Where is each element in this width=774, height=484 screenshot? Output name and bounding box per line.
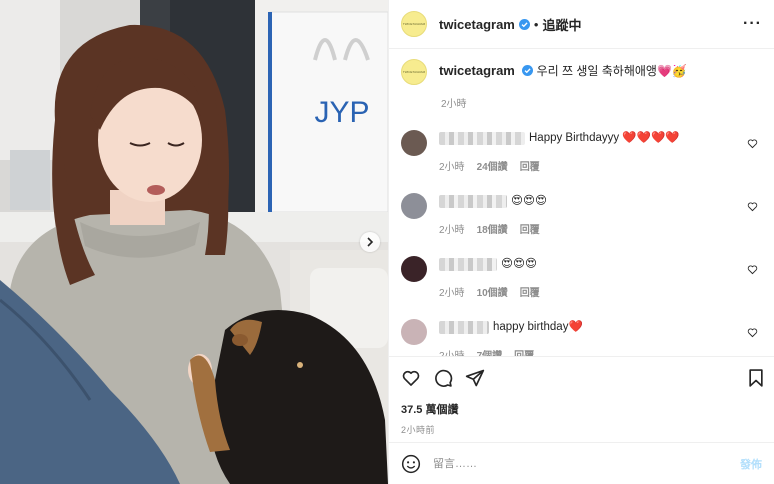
author-username[interactable]: twicetagram <box>439 17 515 32</box>
caption: TWICETAGRAM twicetagram 우리 쯔 생일 축하해애앵💗🥳 <box>401 59 762 85</box>
comment-text: 😍😍😍 <box>501 258 537 270</box>
comment-text: 😍😍😍 <box>511 195 547 207</box>
comment-heart-icon[interactable] <box>747 138 758 149</box>
heart-icon[interactable] <box>401 368 421 388</box>
share-icon[interactable] <box>465 368 485 388</box>
reply-button[interactable]: 回覆 <box>520 158 540 173</box>
caption-body: 우리 쯔 생일 축하해애앵💗🥳 <box>536 64 687 78</box>
commenter-avatar[interactable] <box>401 319 427 345</box>
post-side-panel: TWICETAGRAM twicetagram • 追蹤中 ··· TWICET… <box>388 0 774 484</box>
comment-item: Happy Birthdayyy ❤️❤️❤️❤️ 2小時 24個讚 回覆 <box>401 130 762 173</box>
commenter-username-redacted[interactable] <box>439 131 525 145</box>
verified-icon <box>518 18 530 30</box>
comment-likes[interactable]: 10個讚 <box>477 284 508 299</box>
add-comment-bar: 發佈 <box>389 442 774 484</box>
comment-icon[interactable] <box>433 368 453 388</box>
commenter-username-redacted[interactable] <box>439 257 497 271</box>
reply-button[interactable]: 回覆 <box>520 284 540 299</box>
more-options-icon[interactable]: ··· <box>743 15 762 33</box>
bookmark-icon[interactable] <box>746 368 766 388</box>
comment-time: 2小時 <box>439 162 465 173</box>
jyp-logo: JYP <box>314 96 369 129</box>
emoji-icon[interactable] <box>401 454 421 474</box>
post-actions: 37.5 萬個讚 2小時前 <box>389 356 774 436</box>
separator-dot: • <box>533 16 539 32</box>
likes-count[interactable]: 37.5 萬個讚 <box>401 401 766 417</box>
comment-time: 2小時 <box>439 225 465 236</box>
commenter-avatar[interactable] <box>401 256 427 282</box>
following-button[interactable]: 追蹤中 <box>542 15 581 34</box>
commenter-avatar[interactable] <box>401 193 427 219</box>
photo-scene: JYP <box>0 0 388 484</box>
avatar-label: TWICETAGRAM <box>402 70 426 74</box>
caption-username[interactable]: twicetagram <box>439 63 515 78</box>
next-arrow-icon <box>367 237 374 247</box>
comment-heart-icon[interactable] <box>747 327 758 338</box>
comment-heart-icon[interactable] <box>747 201 758 212</box>
next-photo-button[interactable] <box>360 232 380 252</box>
comments-list[interactable]: TWICETAGRAM twicetagram 우리 쯔 생일 축하해애앵💗🥳 … <box>389 49 774 356</box>
commenter-username-redacted[interactable] <box>439 194 507 208</box>
commenter-username-redacted[interactable] <box>439 320 489 334</box>
comment-likes[interactable]: 18個讚 <box>477 221 508 236</box>
reply-button[interactable]: 回覆 <box>514 347 534 356</box>
comment-likes[interactable]: 24個讚 <box>477 158 508 173</box>
comment-item: 😍😍😍 2小時 10個讚 回覆 <box>401 256 762 299</box>
verified-icon <box>522 65 534 76</box>
comment-time: 2小時 <box>439 347 465 356</box>
comment-text: happy birthday❤️ <box>493 321 583 333</box>
post-header: TWICETAGRAM twicetagram • 追蹤中 ··· <box>389 0 774 49</box>
post-timestamp: 2小時前 <box>401 425 436 435</box>
reply-button[interactable]: 回覆 <box>520 221 540 236</box>
comment-text: Happy Birthdayyy ❤️❤️❤️❤️ <box>529 132 680 144</box>
caption-timestamp: 2小時 <box>441 99 467 110</box>
post-photo[interactable]: JYP <box>0 0 388 484</box>
caption-avatar[interactable]: TWICETAGRAM <box>401 59 427 85</box>
comment-likes[interactable]: 7個讚 <box>477 347 503 356</box>
post-comment-button[interactable]: 發佈 <box>740 456 762 472</box>
instagram-post-modal: JYP TWICETAGRAM twicetagram • 追蹤中 ··· TW… <box>0 0 774 484</box>
comment-item: 😍😍😍 2小時 18個讚 回覆 <box>401 193 762 236</box>
commenter-avatar[interactable] <box>401 130 427 156</box>
avatar-label: TWICETAGRAM <box>402 22 426 26</box>
comment-heart-icon[interactable] <box>747 264 758 275</box>
comment-input[interactable] <box>433 457 740 470</box>
comment-item: happy birthday❤️ 2小時 7個讚 回覆 <box>401 319 762 356</box>
caption-text: twicetagram 우리 쯔 생일 축하해애앵💗🥳 <box>439 59 687 79</box>
comment-time: 2小時 <box>439 288 465 299</box>
author-avatar[interactable]: TWICETAGRAM <box>401 11 427 37</box>
